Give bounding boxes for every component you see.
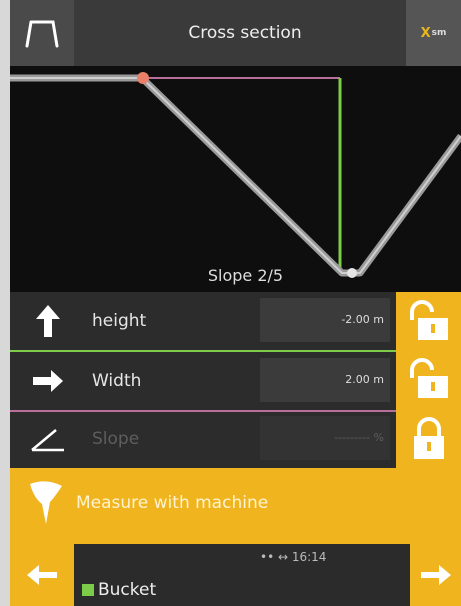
status-indicators: •• ↔ 16:14: [260, 550, 327, 564]
close-icon: X: [420, 25, 431, 41]
app-frame: Cross section Xsm Slope 2/5 height -2.00…: [10, 0, 461, 606]
current-tool[interactable]: Bucket: [82, 580, 156, 600]
unlock-icon: [409, 300, 448, 340]
width-row[interactable]: Width 2.00 m: [10, 352, 396, 410]
lock-icon: [413, 417, 444, 459]
close-button[interactable]: Xsm: [406, 0, 461, 66]
close-sub-label: sm: [431, 28, 447, 38]
slope-lock-button[interactable]: [396, 410, 461, 468]
height-label: height: [92, 311, 147, 331]
measure-with-machine-button[interactable]: Measure with machine: [10, 468, 461, 544]
lock-column: [396, 292, 461, 468]
section-profile-highlight: [10, 77, 461, 274]
arrow-left-icon: [27, 565, 57, 585]
unlock-icon: [409, 358, 448, 398]
tool-label: Bucket: [98, 580, 157, 600]
cross-section-type-button[interactable]: [10, 0, 74, 66]
height-value-field[interactable]: -2.00 m: [260, 298, 390, 342]
trapezoid-icon: [25, 20, 59, 48]
next-button[interactable]: [410, 544, 461, 606]
parameter-list: height -2.00 m Width 2.00 m Slope ------…: [10, 292, 396, 468]
cross-section-drawing: [10, 72, 461, 278]
height-row[interactable]: height -2.00 m: [10, 292, 396, 350]
angle-icon: [18, 410, 78, 468]
arrow-right-icon: [18, 352, 78, 410]
width-value-field[interactable]: 2.00 m: [260, 358, 390, 402]
arrow-right-icon: [420, 565, 451, 585]
width-unlock-button[interactable]: [396, 350, 461, 408]
section-profile-line: [10, 74, 461, 277]
bucket-measure-icon: [30, 481, 62, 524]
slope-row-label: Slope: [92, 429, 140, 449]
tool-color-indicator: [82, 584, 94, 596]
footer-bar: •• ↔ 16:14 Bucket: [10, 544, 461, 606]
measure-label: Measure with machine: [76, 493, 269, 513]
header-bar: Cross section Xsm: [10, 0, 461, 66]
back-button[interactable]: [10, 544, 74, 606]
page-title: Cross section: [188, 23, 302, 43]
width-label: Width: [92, 371, 142, 391]
slope-label: Slope 2/5: [207, 266, 284, 285]
start-point-marker[interactable]: [137, 72, 149, 84]
cross-section-canvas[interactable]: Slope 2/5: [10, 66, 461, 292]
slope-row[interactable]: Slope --------- %: [10, 410, 396, 468]
arrow-up-icon: [18, 292, 78, 350]
slope-value-field[interactable]: --------- %: [260, 416, 390, 460]
height-unlock-button[interactable]: [396, 292, 461, 350]
